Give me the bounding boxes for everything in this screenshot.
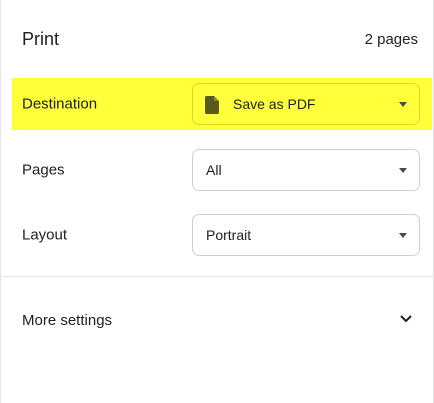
section-divider: [2, 276, 434, 277]
destination-label: Destination: [22, 95, 98, 113]
destination-select[interactable]: Save as PDF: [192, 83, 420, 125]
pages-label: Pages: [22, 161, 65, 179]
chevron-down-icon: [399, 168, 407, 173]
pages-select[interactable]: All: [192, 149, 420, 191]
print-panel: Print 2 pages Destination Save as PDF Pa…: [0, 0, 434, 403]
pages-value: All: [206, 162, 222, 178]
page-count: 2 pages: [364, 31, 418, 48]
layout-value: Portrait: [206, 227, 252, 243]
chevron-down-icon: [399, 102, 407, 107]
chevron-down-icon: [400, 315, 412, 323]
page-title: Print: [22, 29, 60, 49]
document-icon: [205, 96, 219, 114]
pages-row: Pages All: [1, 144, 433, 196]
more-settings-toggle[interactable]: More settings: [1, 300, 433, 342]
chevron-down-icon: [399, 233, 407, 238]
layout-label: Layout: [22, 226, 68, 244]
more-settings-label: More settings: [22, 312, 113, 329]
print-header: Print 2 pages: [1, 0, 433, 72]
layout-row: Layout Portrait: [1, 209, 433, 261]
layout-select[interactable]: Portrait: [192, 214, 420, 256]
destination-value: Save as PDF: [233, 96, 316, 112]
destination-row: Destination Save as PDF: [12, 78, 432, 130]
